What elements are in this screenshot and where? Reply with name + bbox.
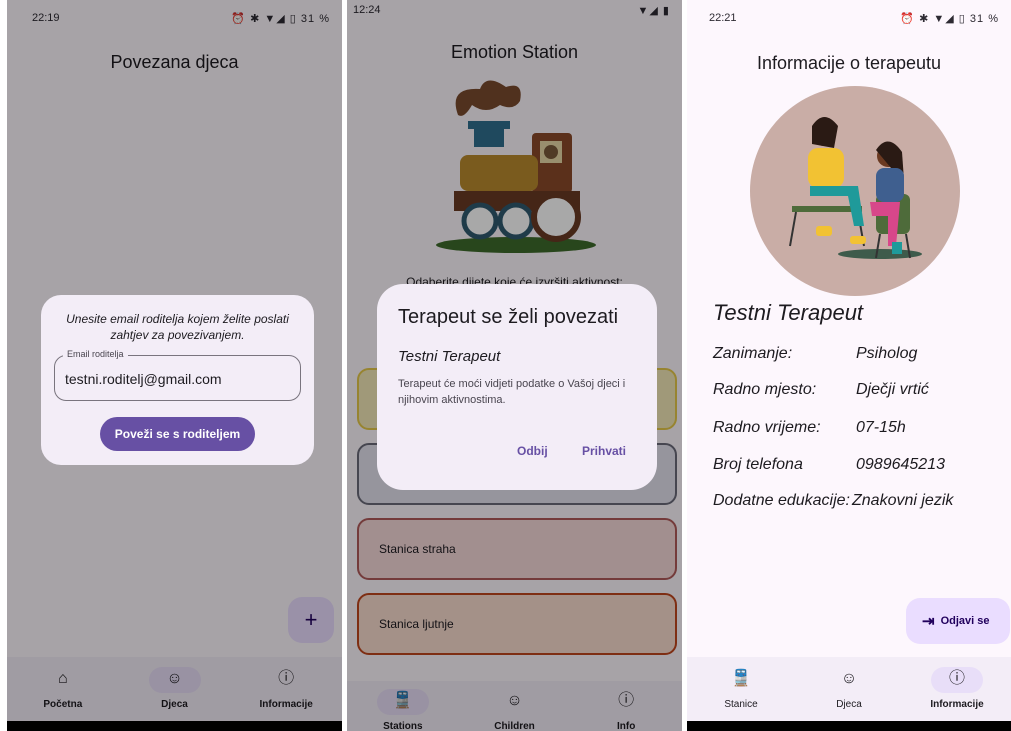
- info-row-phone: Broj telefona 0989645213: [713, 456, 945, 474]
- train-icon: 🚆: [731, 670, 751, 687]
- info-row-workplace: Radno mjesto: Dječji vrtić: [713, 381, 929, 399]
- info-row-hours: Radno vrijeme: 07-15h: [713, 419, 906, 437]
- therapy-illustration: [789, 117, 922, 259]
- face-icon: ☺: [840, 670, 858, 687]
- info-key: Zanimanje:: [713, 345, 793, 362]
- info-value: Znakovni jezik: [852, 492, 954, 509]
- status-bar: 22:21 ⏰ ✱ ▼◢ ▯ 31 %: [687, 0, 1011, 28]
- status-time: 22:21: [709, 12, 737, 24]
- page-title: Informacije o terapeutu: [756, 53, 942, 73]
- status-icons: ⏰ ✱ ▼◢ ▯ 31 %: [900, 13, 999, 25]
- nav-item-stanice[interactable]: 🚆 Stanice: [687, 657, 795, 721]
- nav-item-informacije[interactable]: ⓘ Informacije: [903, 657, 1011, 721]
- info-value: Psiholog: [856, 345, 918, 362]
- connect-parent-dialog: Unesite email roditelja kojem želite pos…: [41, 295, 314, 465]
- nav-item-djeca[interactable]: ☺ Djeca: [795, 657, 903, 721]
- info-key: Dodatne edukacije:: [713, 492, 850, 509]
- dialog-body: Terapeut će moći vidjeti podatke o Vašoj…: [398, 378, 626, 406]
- info-value: Dječji vrtić: [856, 381, 929, 398]
- connect-parent-button[interactable]: Poveži se s roditeljem: [100, 417, 255, 451]
- nav-label: Informacije: [930, 699, 984, 710]
- therapist-avatar: [750, 86, 960, 296]
- info-icon: ⓘ: [948, 670, 965, 687]
- bottom-nav: 🚆 Stanice ☺ Djeca ⓘ Informacije: [687, 657, 1011, 721]
- dialog-message: Unesite email roditelja kojem želite pos…: [66, 312, 289, 342]
- phone-screen-children: 22:19 ⏰ ✱ ▼◢ ▯ 31 % Povezana djeca + ⌂ P…: [7, 0, 342, 731]
- logout-icon: ⇥: [922, 613, 935, 630]
- dialog-title: Terapeut se želi povezati: [398, 306, 619, 328]
- logout-label: Odjavi se: [940, 614, 990, 627]
- therapist-name: Testni Terapeut: [398, 348, 501, 365]
- info-key: Radno vrijeme:: [713, 419, 821, 436]
- info-key: Broj telefona: [713, 456, 803, 473]
- info-value: 0989645213: [856, 456, 945, 473]
- decline-button[interactable]: Odbij: [517, 444, 548, 458]
- info-key: Radno mjesto:: [713, 381, 817, 398]
- info-row-occupation: Zanimanje: Psiholog: [713, 345, 917, 363]
- system-bar: [687, 721, 1011, 731]
- nav-label: Djeca: [836, 699, 862, 710]
- logout-button[interactable]: ⇥ Odjavi se: [906, 598, 1010, 644]
- email-field[interactable]: Email roditelja testni.roditelj@gmail.co…: [54, 349, 301, 401]
- nav-label: Stanice: [724, 699, 758, 710]
- phone-screen-stations: 12:24 ▼◢ ▮ Emotion Station Odaberite dij…: [347, 0, 682, 731]
- phone-screen-therapist-info: 22:21 ⏰ ✱ ▼◢ ▯ 31 % Informacije o terape…: [687, 0, 1011, 731]
- therapist-name: Testni Terapeut: [713, 300, 864, 325]
- info-row-education: Dodatne edukacije: Znakovni jezik: [713, 492, 953, 510]
- email-field-label: Email roditelja: [63, 349, 128, 359]
- accept-button[interactable]: Prihvati: [582, 444, 626, 458]
- info-value: 07-15h: [856, 419, 906, 436]
- email-field-value: testni.roditelj@gmail.com: [65, 371, 222, 387]
- therapist-connect-dialog: Terapeut se želi povezati Testni Terapeu…: [377, 284, 657, 490]
